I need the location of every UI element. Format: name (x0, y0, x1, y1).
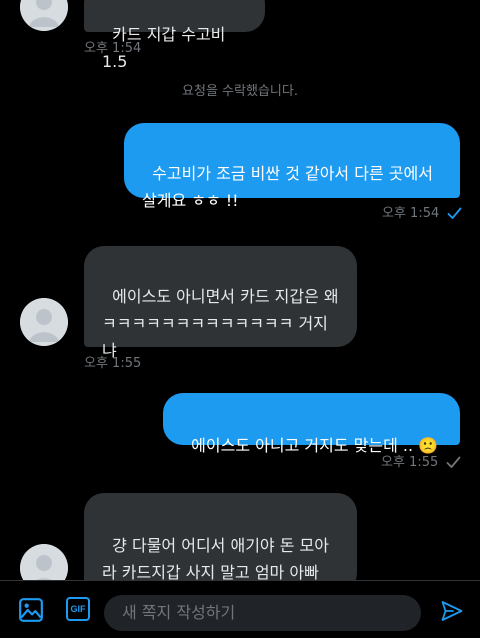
avatar-icon (20, 298, 68, 346)
avatar[interactable] (20, 0, 68, 31)
message-composer: GIF 새 쪽지 작성하기 (0, 580, 480, 638)
message-text: 에이스도 아니면서 카드 지갑은 왜 ㅋㅋㅋㅋㅋㅋㅋㅋㅋㅋㅋㅋㅋ 거지 냐 (102, 287, 339, 360)
checkmark-icon (446, 456, 461, 468)
checkmark-icon (447, 207, 462, 219)
message-timestamp-row: 오후 1:55 (381, 451, 461, 470)
message-timestamp-row: 오후 1:54 (382, 202, 462, 221)
message-timestamp: 오후 1:55 (381, 455, 439, 470)
gif-icon: GIF (70, 604, 86, 614)
incoming-message: 에이스도 아니면서 카드 지갑은 왜 ㅋㅋㅋㅋㅋㅋㅋㅋㅋㅋㅋㅋㅋ 거지 냐 (84, 246, 357, 360)
image-icon[interactable] (18, 597, 44, 623)
incoming-message: 걍 다물어 어디서 애기야 돈 모아 라 카드지갑 사지 말고 엄마 아빠 가 … (84, 493, 357, 609)
request-accepted-notice: 요청을 수락했습니다. (182, 84, 298, 99)
message-input[interactable]: 새 쪽지 작성하기 (104, 595, 421, 631)
send-icon[interactable] (440, 599, 464, 623)
outgoing-message: 에이스도 아니고 거지도 맞는데 .. 🙁 (163, 393, 460, 455)
outgoing-message: 수고비가 조금 비싼 것 같아서 다른 곳에서 살게요 ㅎㅎ !! (124, 123, 460, 210)
gif-button[interactable]: GIF (66, 597, 90, 621)
message-input-placeholder: 새 쪽지 작성하기 (122, 603, 236, 622)
message-timestamp: 오후 1:54 (382, 206, 440, 221)
incoming-message: 카드 지갑 수고비 1.5 (84, 0, 265, 71)
avatar-icon (20, 0, 68, 31)
avatar[interactable] (20, 298, 68, 346)
message-timestamp: 오후 1:54 (84, 41, 142, 56)
message-timestamp: 오후 1:55 (84, 356, 142, 371)
